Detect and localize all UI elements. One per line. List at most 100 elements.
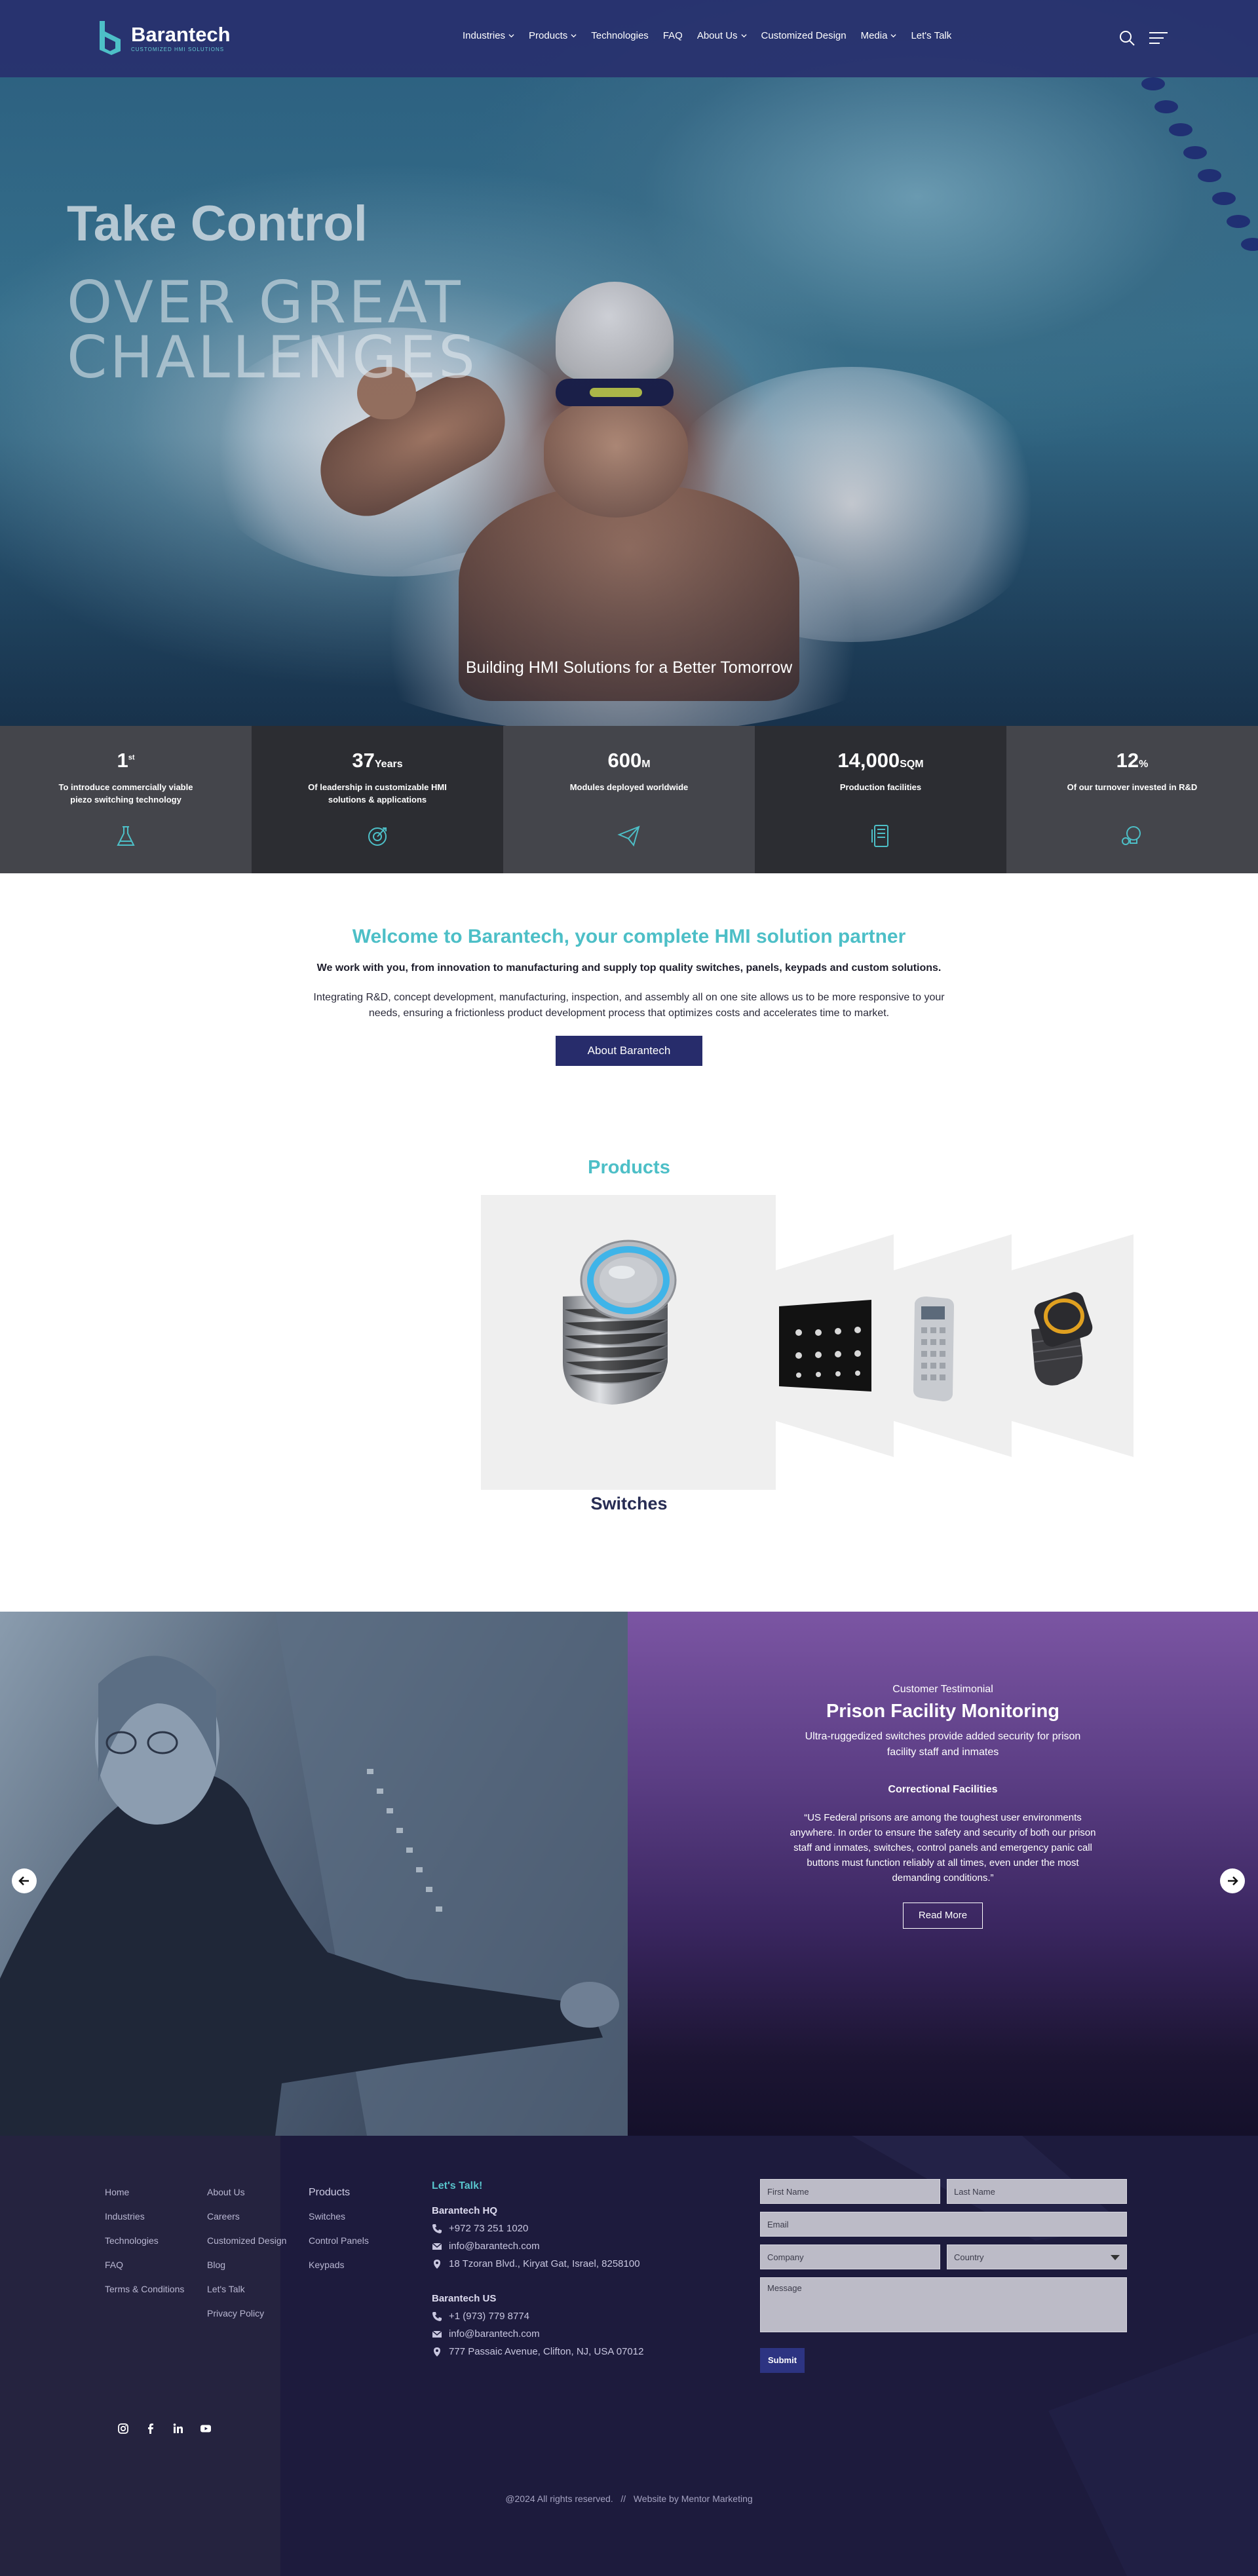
company-field[interactable]: Company	[760, 2245, 940, 2269]
flask-icon	[113, 823, 139, 849]
prev-slide-button[interactable]	[12, 1868, 37, 1893]
footer-link-privacy[interactable]: Privacy Policy	[207, 2301, 286, 2326]
nav-label: Technologies	[591, 30, 649, 41]
welcome-text: Integrating R&D, concept development, ma…	[313, 992, 945, 1019]
stat-number: 14,000SQM	[837, 749, 924, 772]
testimonial-panel: Customer Testimonial Prison Facility Mon…	[628, 1612, 1258, 2136]
stat-item: 1st To introduce commercially viable pie…	[0, 726, 252, 873]
nav-lets-talk[interactable]: Let's Talk	[911, 30, 951, 41]
nav-technologies[interactable]: Technologies	[591, 30, 649, 41]
footer-link-faq[interactable]: FAQ	[105, 2253, 184, 2277]
nav-customized-design[interactable]: Customized Design	[761, 30, 847, 41]
logo[interactable]: Barantech CUSTOMIZED HMI SOLUTIONS	[97, 20, 231, 56]
us-address: 777 Passaic Avenue, Clifton, NJ, USA 070…	[432, 2346, 643, 2357]
nav-industries[interactable]: Industries	[463, 30, 514, 41]
footer-link-terms[interactable]: Terms & Conditions	[105, 2277, 184, 2301]
product-carousel-previews	[776, 1234, 1134, 1457]
credit-link[interactable]: Website by Mentor Marketing	[634, 2493, 753, 2504]
footer-link-careers[interactable]: Careers	[207, 2205, 286, 2229]
footer-link-technologies[interactable]: Technologies	[105, 2229, 184, 2253]
footer-link-blog[interactable]: Blog	[207, 2253, 286, 2277]
contact-info: Let's Talk! Barantech HQ +972 73 251 102…	[432, 2180, 643, 2357]
stat-item: 37Years Of leadership in customizable HM…	[252, 726, 503, 873]
lets-talk-heading: Let's Talk!	[432, 2180, 483, 2191]
nav-products[interactable]: Products	[529, 30, 577, 41]
product-slide-switches[interactable]	[481, 1195, 776, 1490]
footer-link-industries[interactable]: Industries	[105, 2205, 184, 2229]
copyright-line: @2024 All rights reserved. // Website by…	[0, 2493, 1258, 2504]
product-label: Switches	[590, 1494, 668, 1513]
hq-address: 18 Tzoran Blvd., Kiryat Gat, Israel, 825…	[432, 2258, 643, 2269]
control-panel-image	[779, 1300, 871, 1392]
keypad-image	[913, 1297, 954, 1401]
hq-email[interactable]: info@barantech.com	[432, 2241, 643, 2252]
first-name-field[interactable]: First Name	[760, 2179, 940, 2204]
hq-phone-text: +972 73 251 1020	[449, 2223, 529, 2234]
next-slide-button[interactable]	[1220, 1868, 1245, 1893]
welcome-section: Welcome to Barantech, your complete HMI …	[0, 873, 1258, 1103]
message-field[interactable]: Message	[760, 2277, 1127, 2332]
separator: //	[620, 2493, 626, 2504]
email-field[interactable]: Email	[760, 2212, 1127, 2237]
social-links	[117, 2422, 212, 2435]
testimonial-section: Customer Testimonial Prison Facility Mon…	[0, 1612, 1258, 2136]
nav-media[interactable]: Media	[861, 30, 897, 41]
footer-link-home[interactable]: Home	[105, 2180, 184, 2205]
about-barantech-button[interactable]: About Barantech	[556, 1036, 702, 1066]
nav-about-us[interactable]: About Us	[697, 30, 747, 41]
us-heading: Barantech US	[432, 2293, 497, 2304]
stat-description: To introduce commercially viable piezo s…	[58, 782, 193, 805]
stat-number: 12%	[1116, 749, 1149, 772]
mail-icon	[432, 2330, 442, 2338]
stat-description: Of our turnover invested in R&D	[1067, 782, 1198, 792]
arrow-right-icon	[1228, 1876, 1238, 1885]
footer-link-switches[interactable]: Switches	[309, 2205, 369, 2229]
last-name-field[interactable]: Last Name	[947, 2179, 1127, 2204]
welcome-title: Welcome to Barantech, your complete HMI …	[352, 926, 906, 947]
brand-tagline: CUSTOMIZED HMI SOLUTIONS	[131, 46, 225, 52]
mail-icon	[432, 2242, 442, 2250]
stat-description: Of leadership in customizable HMI soluti…	[308, 782, 447, 805]
us-email-text: info@barantech.com	[449, 2328, 540, 2339]
youtube-icon[interactable]	[199, 2422, 212, 2435]
facebook-icon[interactable]	[144, 2422, 157, 2435]
nav-label: Industries	[463, 30, 506, 41]
instagram-icon[interactable]	[117, 2422, 130, 2435]
nav-faq[interactable]: FAQ	[663, 30, 683, 41]
linkedin-icon[interactable]	[172, 2422, 185, 2435]
switch-image	[562, 1240, 677, 1405]
footer-link-control-panels[interactable]: Control Panels	[309, 2229, 369, 2253]
us-email[interactable]: info@barantech.com	[432, 2328, 643, 2339]
us-phone-text: +1 (973) 779 8774	[449, 2311, 530, 2322]
testimonial-category: Correctional Facilities	[888, 1784, 998, 1795]
footer-link-customized-design[interactable]: Customized Design	[207, 2229, 286, 2253]
hq-heading: Barantech HQ	[432, 2205, 498, 2216]
stat-item: 600M Modules deployed worldwide	[503, 726, 755, 873]
footer-link-about-us[interactable]: About Us	[207, 2180, 286, 2205]
hq-phone[interactable]: +972 73 251 1020	[432, 2223, 643, 2234]
nav-label: FAQ	[662, 30, 683, 41]
arrow-left-icon	[18, 1876, 29, 1885]
footer-link-lets-talk[interactable]: Let's Talk	[207, 2277, 286, 2301]
footer-products-heading[interactable]: Products	[309, 2180, 369, 2205]
footer-link-keypads[interactable]: Keypads	[309, 2253, 369, 2277]
testimonial-photo	[0, 1612, 628, 2136]
us-address-text: 777 Passaic Avenue, Clifton, NJ, USA 070…	[449, 2346, 644, 2357]
read-more-button[interactable]: Read More	[903, 1903, 983, 1929]
site-footer: Home Industries Technologies FAQ Terms &…	[0, 2136, 1258, 2576]
search-icon[interactable]	[1118, 29, 1136, 47]
menu-icon[interactable]	[1148, 30, 1169, 46]
hero-section: Take Control OVER GREAT CHALLENGES Build…	[0, 0, 1258, 726]
submit-button[interactable]: Submit	[760, 2348, 805, 2373]
chevron-down-icon	[1111, 2255, 1120, 2260]
target-icon	[364, 823, 391, 849]
location-pin-icon	[434, 2259, 440, 2269]
nav-label: Customized Design	[761, 30, 847, 41]
stat-description: Production facilities	[839, 782, 922, 792]
testimonial-subtitle: Ultra-ruggedized switches provide added …	[805, 1731, 1081, 1758]
stat-number: 37Years	[352, 749, 403, 772]
us-phone[interactable]: +1 (973) 779 8774	[432, 2311, 643, 2322]
stat-number: 1st	[117, 749, 135, 772]
country-select[interactable]: Country	[947, 2245, 1127, 2269]
testimonial-kicker: Customer Testimonial	[892, 1684, 993, 1695]
